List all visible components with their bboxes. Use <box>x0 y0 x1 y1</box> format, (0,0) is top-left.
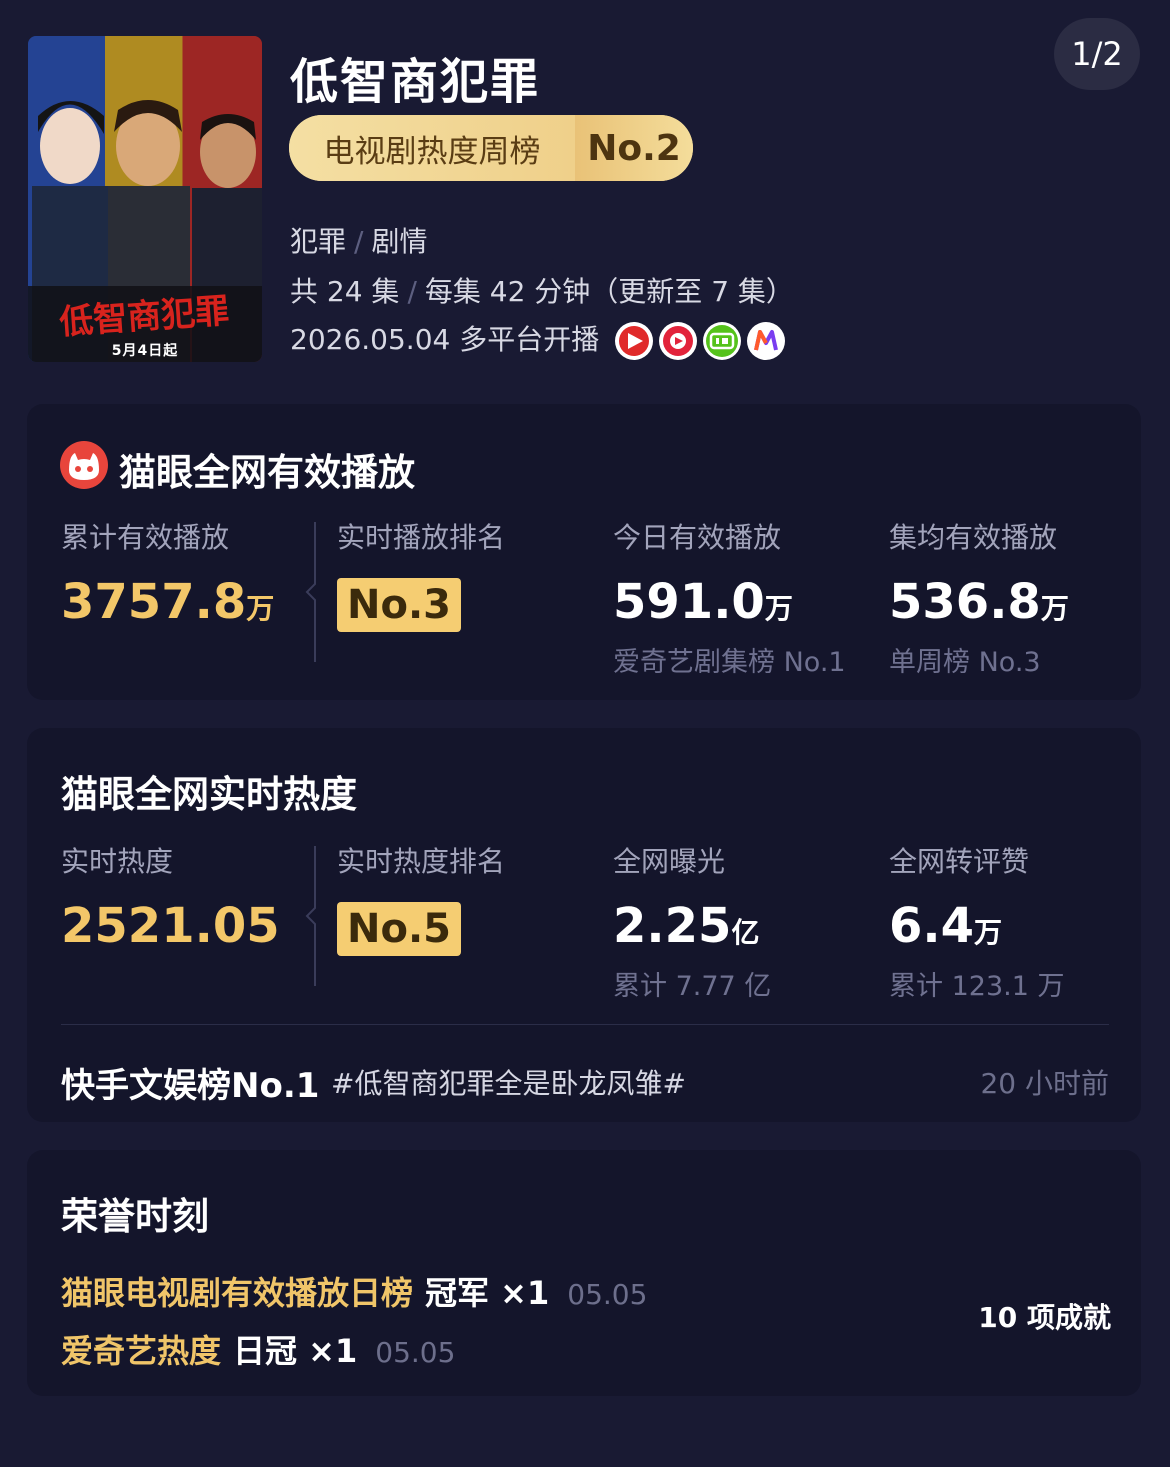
tencent-video-icon[interactable] <box>614 321 654 361</box>
poster-image: 低智商犯罪 <box>28 36 262 362</box>
genre-line: 犯罪 / 剧情 <box>290 220 427 260</box>
avg-playback-stat: 集均有效播放 536.8万 单周榜 No.3 <box>889 516 1069 679</box>
hashtag-link[interactable]: #低智商犯罪全是卧龙凤雏# <box>331 1062 686 1102</box>
kuaishou-rank-title: 快手文娱榜No.1 <box>61 1066 320 1106</box>
separator: / <box>354 225 364 258</box>
stat-value: 6.4万 <box>889 898 1003 954</box>
stat-value: 591.0万 <box>613 574 793 630</box>
stat-label: 累计有效播放 <box>61 521 230 554</box>
show-header: 低智商犯罪 5月4日起 低智商犯罪 电视剧热度周榜 No.2 犯罪 / 剧情 共 2… <box>0 0 1170 390</box>
stat-label: 全网转评赞 <box>889 845 1030 878</box>
stat-label: 实时热度排名 <box>337 845 506 878</box>
iqiyi-icon[interactable] <box>702 321 742 361</box>
weekly-rank-badge[interactable]: 电视剧热度周榜 No.2 <box>289 115 693 181</box>
episode-length: 每集 42 分钟（更新至 7 集） <box>424 275 794 308</box>
show-title: 低智商犯罪 <box>290 54 541 110</box>
exposure-stat: 全网曝光 2.25亿 累计 7.77 亿 <box>613 840 771 1003</box>
mgtv-icon[interactable] <box>746 321 786 361</box>
stat-sub: 爱奇艺剧集榜 No.1 <box>613 647 846 678</box>
card-title: 猫眼全网实时热度 <box>61 773 357 816</box>
honors-card[interactable]: 荣誉时刻 猫眼电视剧有效播放日榜 冠军 ×1 05.05 爱奇艺热度 日冠 ×1 05.… <box>27 1150 1141 1396</box>
genre-tag: 犯罪 <box>290 225 347 258</box>
stat-value: 2.25亿 <box>613 898 760 954</box>
honor-item: 猫眼电视剧有效播放日榜 冠军 ×1 05.05 <box>61 1274 648 1312</box>
stat-value: 536.8万 <box>889 574 1069 630</box>
cumulative-playback-stat: 累计有效播放 3757.8万 <box>61 516 274 630</box>
divider-line <box>61 1024 1109 1025</box>
show-poster[interactable]: 低智商犯罪 5月4日起 <box>28 36 262 362</box>
genre-tag: 剧情 <box>371 225 428 258</box>
maoyan-cat-icon <box>60 441 108 489</box>
stat-value: 3757.8万 <box>61 574 275 630</box>
divider-brace <box>305 846 316 986</box>
rank-list-name: 电视剧热度周榜 <box>289 115 575 181</box>
rank-badge: No.5 <box>337 902 461 956</box>
timestamp: 20 小时前 <box>980 1067 1109 1100</box>
stat-label: 集均有效播放 <box>889 521 1058 554</box>
playback-card: 猫眼全网有效播放 累计有效播放 3757.8万 实时播放排名 No.3 今日有效… <box>27 404 1141 700</box>
premiere-date: 2026.05.04 多平台开播 <box>290 323 600 356</box>
stat-label: 全网曝光 <box>613 845 726 878</box>
youku-icon[interactable] <box>658 321 698 361</box>
honor-item: 爱奇艺热度 日冠 ×1 05.05 <box>61 1332 456 1370</box>
engagement-stat: 全网转评赞 6.4万 累计 123.1 万 <box>889 840 1064 1003</box>
achievement-count[interactable]: 10 项成就 <box>978 1296 1111 1336</box>
card-title: 荣誉时刻 <box>61 1195 209 1238</box>
divider-brace <box>305 522 316 662</box>
separator: / <box>407 275 417 308</box>
page-indicator[interactable]: 1/2 <box>1054 18 1140 90</box>
realtime-heat-stat: 实时热度 2521.05 <box>61 840 280 954</box>
stat-label: 实时热度 <box>61 845 174 878</box>
today-playback-stat: 今日有效播放 591.0万 爱奇艺剧集榜 No.1 <box>613 516 846 679</box>
poster-date: 5月4日起 <box>111 343 179 359</box>
episode-count: 共 24 集 <box>290 275 400 308</box>
rank-number: No.2 <box>575 115 693 181</box>
realtime-playback-rank-stat: 实时播放排名 No.3 <box>337 516 505 632</box>
premiere-line: 2026.05.04 多平台开播 <box>290 318 786 361</box>
stat-value: 2521.05 <box>61 898 280 954</box>
rank-badge: No.3 <box>337 578 461 632</box>
kuaishou-ranking-row[interactable]: 快手文娱榜No.1 #低智商犯罪全是卧龙凤雏# 20 小时前 <box>61 1058 1109 1106</box>
stat-sub: 累计 7.77 亿 <box>613 971 772 1002</box>
platform-icons <box>614 321 786 361</box>
heat-card: 猫眼全网实时热度 实时热度 2521.05 实时热度排名 No.5 全网曝光 2… <box>27 728 1141 1122</box>
heat-rank-stat: 实时热度排名 No.5 <box>337 840 505 956</box>
stat-sub: 单周榜 No.3 <box>889 647 1041 678</box>
episode-line: 共 24 集 / 每集 42 分钟（更新至 7 集） <box>290 270 794 310</box>
stat-label: 实时播放排名 <box>337 521 506 554</box>
card-title: 猫眼全网有效播放 <box>119 451 415 494</box>
stat-sub: 累计 123.1 万 <box>889 971 1065 1002</box>
stat-label: 今日有效播放 <box>613 521 782 554</box>
